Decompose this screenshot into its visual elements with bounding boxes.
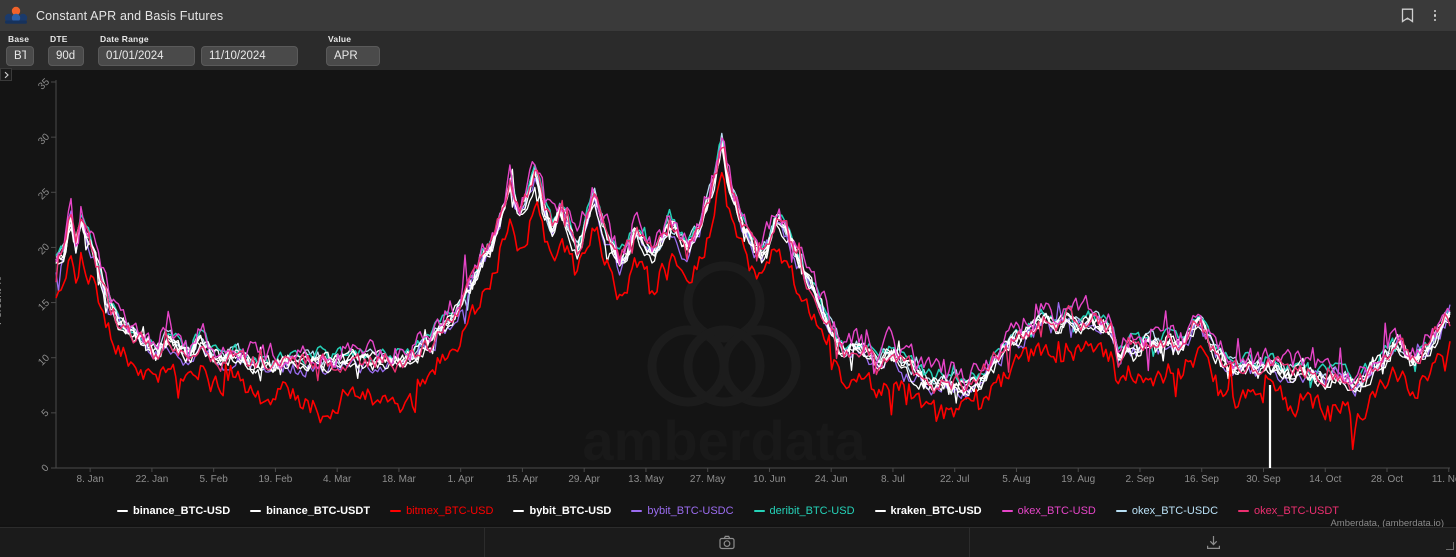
window-title: Constant APR and Basis Futures <box>36 8 224 23</box>
legend-item-binance-btc-usdt[interactable]: binance_BTC-USDT <box>250 505 370 517</box>
base-field-group: Base <box>6 34 34 66</box>
base-input[interactable] <box>6 46 34 66</box>
legend-color-swatch <box>631 509 643 513</box>
legend-color-swatch <box>250 509 262 513</box>
legend-color-swatch <box>753 509 765 513</box>
camera-icon[interactable] <box>485 528 970 557</box>
legend-item-binance-btc-usd[interactable]: binance_BTC-USD <box>116 505 231 517</box>
legend-item-label: bybit_BTC-USD <box>529 505 612 517</box>
legend-item-bybit-btc-usdc[interactable]: bybit_BTC-USDC <box>631 505 734 517</box>
legend-color-swatch <box>513 509 525 513</box>
chart-legend: binance_BTC-USD binance_BTC-USDT bitmex_BT… <box>0 502 1456 520</box>
title-bar: Constant APR and Basis Futures <box>0 0 1456 32</box>
legend-item-label: binance_BTC-USDT <box>266 505 371 517</box>
legend-item-label: bitmex_BTC-USD <box>406 505 494 517</box>
dte-label: DTE <box>50 34 68 44</box>
resize-grip-icon[interactable] <box>1445 537 1454 555</box>
legend-item-label: binance_BTC-USD <box>132 505 231 517</box>
date-range-label: Date Range <box>100 34 149 44</box>
dte-field-group: DTE <box>48 34 84 66</box>
control-bar: Base DTE Date Range Value <box>0 32 1456 70</box>
download-icon[interactable] <box>970 528 1456 557</box>
legend-color-swatch <box>1001 509 1013 513</box>
legend-item-okex-btc-usd[interactable]: okex_BTC-USD <box>1001 505 1096 517</box>
app-window: Constant APR and Basis Futures Base DTE <box>0 0 1456 557</box>
legend-item-bybit-btc-usd[interactable]: bybit_BTC-USD <box>513 505 611 517</box>
legend-item-label: okex_BTC-USDT <box>1254 505 1340 517</box>
legend-item-label: okex_BTC-USD <box>1017 505 1096 517</box>
date-range-end-input[interactable] <box>201 46 298 66</box>
dte-input[interactable] <box>48 46 84 66</box>
legend-color-swatch <box>874 509 886 513</box>
title-bar-actions <box>1394 3 1456 29</box>
legend-item-label: okex_BTC-USDC <box>1131 505 1219 517</box>
legend-color-swatch <box>1238 509 1250 513</box>
chart-container: Percent % 05101520253035 8. Jan22. Jan5.… <box>0 70 1456 525</box>
chart-series-line <box>55 171 1451 451</box>
amberdata-watermark-icon: amberdata <box>582 261 866 472</box>
legend-color-swatch <box>1115 509 1127 513</box>
chevron-right-icon[interactable] <box>0 68 12 81</box>
legend-item-okex-btc-usdt[interactable]: okex_BTC-USDT <box>1238 505 1339 517</box>
legend-item-label: deribit_BTC-USD <box>769 505 855 517</box>
legend-item-bitmex-btc-usd[interactable]: bitmex_BTC-USD <box>390 505 493 517</box>
bottom-bar <box>0 527 1456 557</box>
bottom-bar-left-cell <box>0 528 485 557</box>
more-vertical-icon[interactable] <box>1422 3 1448 29</box>
legend-item-okex-btc-usdc[interactable]: okex_BTC-USDC <box>1115 505 1219 517</box>
legend-item-label: bybit_BTC-USDC <box>647 505 734 517</box>
value-field-group: Value <box>326 34 380 66</box>
legend-color-swatch <box>390 509 402 513</box>
svg-text:amberdata: amberdata <box>582 409 866 472</box>
legend-item-deribit-btc-usd[interactable]: deribit_BTC-USD <box>753 505 855 517</box>
bookmark-icon[interactable] <box>1394 3 1420 29</box>
value-label: Value <box>328 34 352 44</box>
legend-item-kraken-btc-usd[interactable]: kraken_BTC-USD <box>874 505 982 517</box>
amberdata-logo-icon <box>0 0 32 32</box>
date-range-start-input[interactable] <box>98 46 195 66</box>
date-range-group: Date Range <box>98 34 298 66</box>
value-input[interactable] <box>326 46 380 66</box>
legend-color-swatch <box>116 509 128 513</box>
base-label: Base <box>8 34 30 44</box>
legend-item-label: kraken_BTC-USD <box>890 505 982 517</box>
chart-plot[interactable]: amberdata <box>0 70 1456 525</box>
